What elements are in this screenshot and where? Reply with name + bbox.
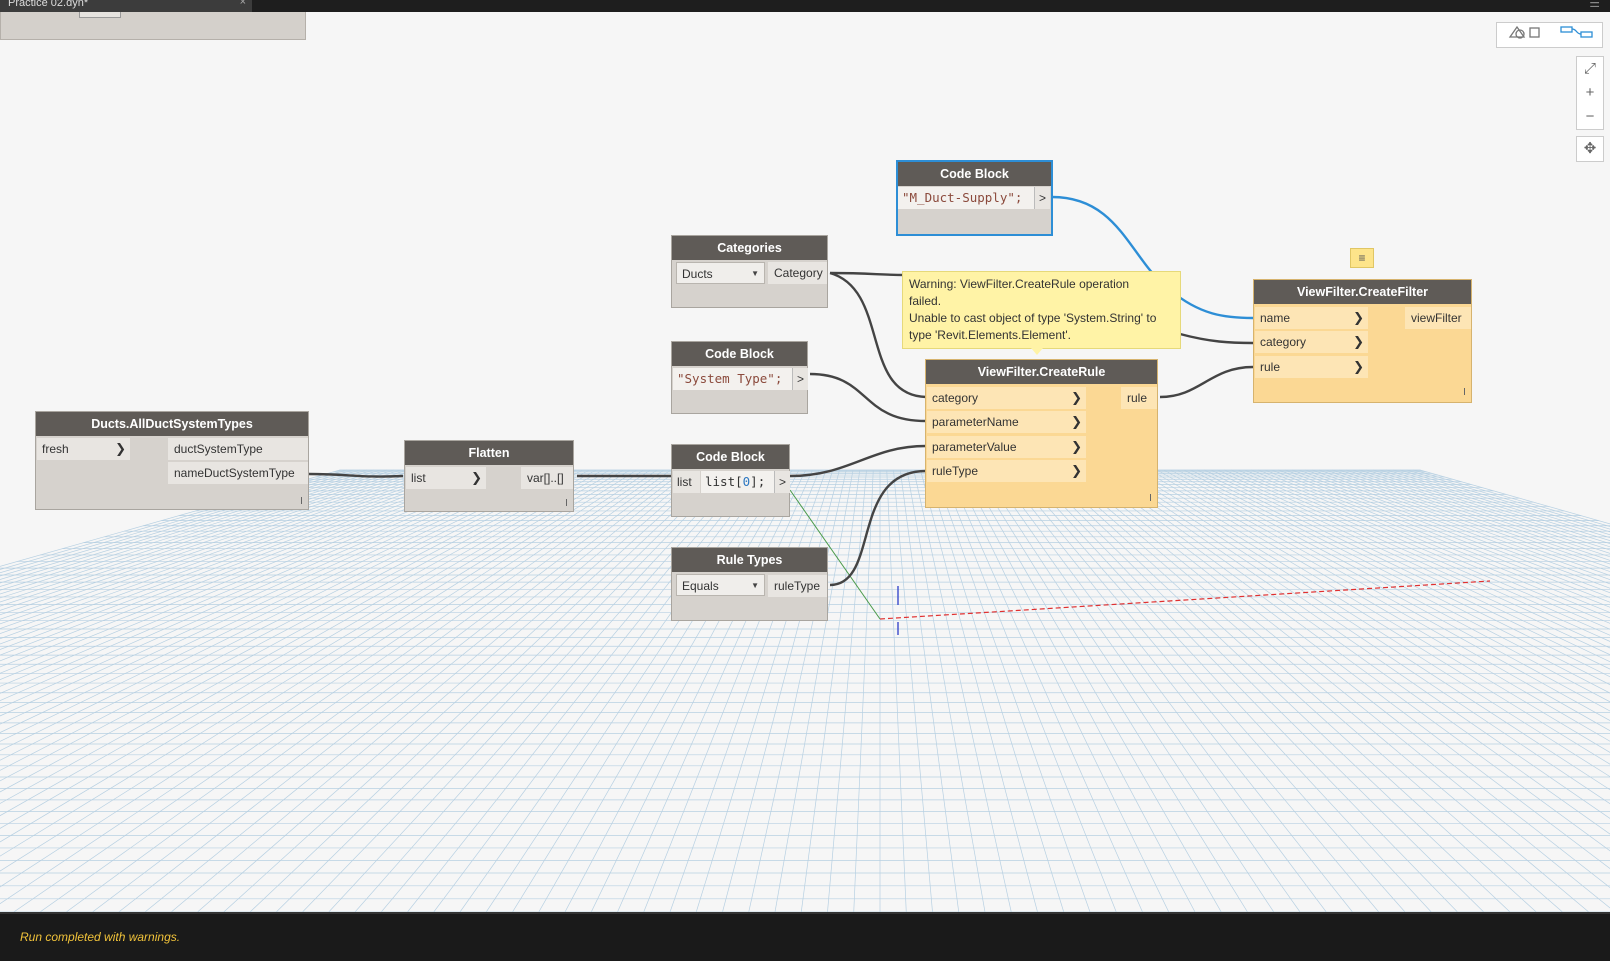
node-code-block-duct-supply[interactable]: Code Block "M_Duct-Supply"; >	[896, 160, 1053, 236]
graph-view-icon[interactable]	[1553, 23, 1601, 47]
input-port-list[interactable]: list	[673, 471, 700, 493]
node-title: Ducts.AllDuctSystemTypes	[36, 412, 308, 436]
chevron-down-icon: ▼	[751, 581, 759, 590]
node-title: ViewFilter.CreateFilter	[1254, 280, 1471, 304]
wire-ruletype-to-rule[interactable]	[829, 469, 927, 587]
panel-tab-slot[interactable]	[79, 12, 121, 18]
warning-tooltip: Warning: ViewFilter.CreateRule operation…	[902, 271, 1181, 355]
wire-systemtype-to-rule[interactable]	[809, 372, 927, 423]
zoom-controls: ⤢ + −	[1576, 56, 1604, 130]
wire-category-to-filter[interactable]	[829, 271, 906, 277]
status-message: Run completed with warnings.	[20, 930, 181, 944]
info-bubble-icon[interactable]: ≡	[1350, 248, 1374, 268]
code-editor[interactable]: "M_Duct-Supply";	[898, 187, 1034, 209]
pan-icon[interactable]: ✥	[1576, 136, 1604, 162]
chevron-right-icon: ❯	[1071, 414, 1082, 429]
node-viewfilter-create-filter[interactable]: ViewFilter.CreateFilter name ❯ category ❯ …	[1253, 279, 1472, 403]
node-categories[interactable]: Categories Ducts ▼ Category	[671, 235, 828, 308]
lacing-indicator	[1150, 494, 1151, 501]
input-port-parameter-name[interactable]: parameterName ❯	[927, 411, 1086, 433]
output-port-code[interactable]: >	[1034, 187, 1050, 209]
output-port-name-duct-system-type[interactable]: nameDuctSystemType	[168, 462, 308, 484]
output-port-code[interactable]: >	[774, 471, 790, 493]
code-editor[interactable]: list[0];	[701, 471, 775, 493]
node-title: Code Block	[672, 342, 807, 366]
input-port-parameter-value[interactable]: parameterValue ❯	[927, 436, 1086, 458]
chevron-right-icon: ❯	[1353, 359, 1364, 374]
node-ducts-all-duct-system-types[interactable]: Ducts.AllDuctSystemTypes fresh ❯ ductSyst…	[35, 411, 309, 510]
output-port-duct-system-type[interactable]: ductSystemType	[168, 438, 308, 460]
node-title: Flatten	[405, 441, 573, 465]
node-title: Code Block	[898, 162, 1051, 186]
input-port-rule-type[interactable]: ruleType ❯	[927, 460, 1086, 482]
output-port-code[interactable]: >	[792, 368, 808, 390]
output-port-view-filter[interactable]: viewFilter	[1405, 307, 1471, 329]
node-code-block-list-index[interactable]: Code Block list list[0]; >	[671, 444, 790, 517]
category-dropdown[interactable]: Ducts ▼	[676, 262, 765, 284]
code-editor[interactable]: "System Type";	[673, 368, 792, 390]
wire-list-to-rule[interactable]	[789, 444, 927, 478]
chevron-right-icon: ❯	[471, 470, 482, 485]
node-rule-types[interactable]: Rule Types Equals ▼ ruleType	[671, 547, 828, 621]
chevron-right-icon: ❯	[115, 441, 126, 456]
output-port-rule-type[interactable]: ruleType	[768, 575, 827, 597]
input-port-list[interactable]: list ❯	[406, 467, 486, 489]
input-port-category[interactable]: category ❯	[927, 387, 1086, 409]
output-port-category[interactable]: Category	[768, 262, 827, 284]
wire-rule-to-filter[interactable]	[1159, 365, 1254, 399]
view-toggle	[1496, 22, 1603, 48]
chevron-right-icon: ❯	[1071, 390, 1082, 405]
input-port-category[interactable]: category ❯	[1255, 331, 1368, 353]
output-port-rule[interactable]: rule	[1121, 387, 1157, 409]
zoom-in-icon[interactable]: +	[1577, 81, 1603, 105]
input-port-name[interactable]: name ❯	[1255, 307, 1368, 329]
lacing-indicator	[566, 499, 567, 506]
lacing-indicator	[301, 497, 302, 504]
zoom-out-icon[interactable]: −	[1577, 105, 1603, 129]
chevron-down-icon: ▼	[751, 269, 759, 278]
zoom-fit-icon[interactable]: ⤢	[1577, 57, 1603, 81]
geometry-view-icon[interactable]	[1501, 23, 1551, 47]
status-bar: Run completed with warnings.	[0, 912, 1610, 961]
lacing-indicator	[1464, 388, 1465, 395]
wire-category-to-filter-end[interactable]	[1179, 332, 1254, 345]
node-code-block-system-type[interactable]: Code Block "System Type"; >	[671, 341, 808, 414]
input-port-fresh[interactable]: fresh ❯	[37, 438, 130, 460]
wire-duct-to-flatten[interactable]	[308, 472, 404, 478]
chevron-right-icon: ❯	[1353, 310, 1364, 325]
node-viewfilter-create-rule[interactable]: ViewFilter.CreateRule category ❯ paramete…	[925, 359, 1158, 508]
chevron-right-icon: ❯	[1071, 439, 1082, 454]
node-title: Rule Types	[672, 548, 827, 572]
chevron-right-icon: ❯	[1071, 463, 1082, 478]
node-flatten[interactable]: Flatten list ❯ var[]..[]	[404, 440, 574, 512]
node-title: Categories	[672, 236, 827, 260]
node-title: Code Block	[672, 445, 789, 469]
tooltip-pointer	[1031, 348, 1043, 355]
chevron-right-icon: ❯	[1353, 334, 1364, 349]
output-port-var[interactable]: var[]..[]	[521, 467, 573, 489]
library-panel-stub	[0, 12, 306, 40]
input-port-rule[interactable]: rule ❯	[1255, 356, 1368, 378]
node-title: ViewFilter.CreateRule	[926, 360, 1157, 384]
rule-type-dropdown[interactable]: Equals ▼	[676, 574, 765, 596]
